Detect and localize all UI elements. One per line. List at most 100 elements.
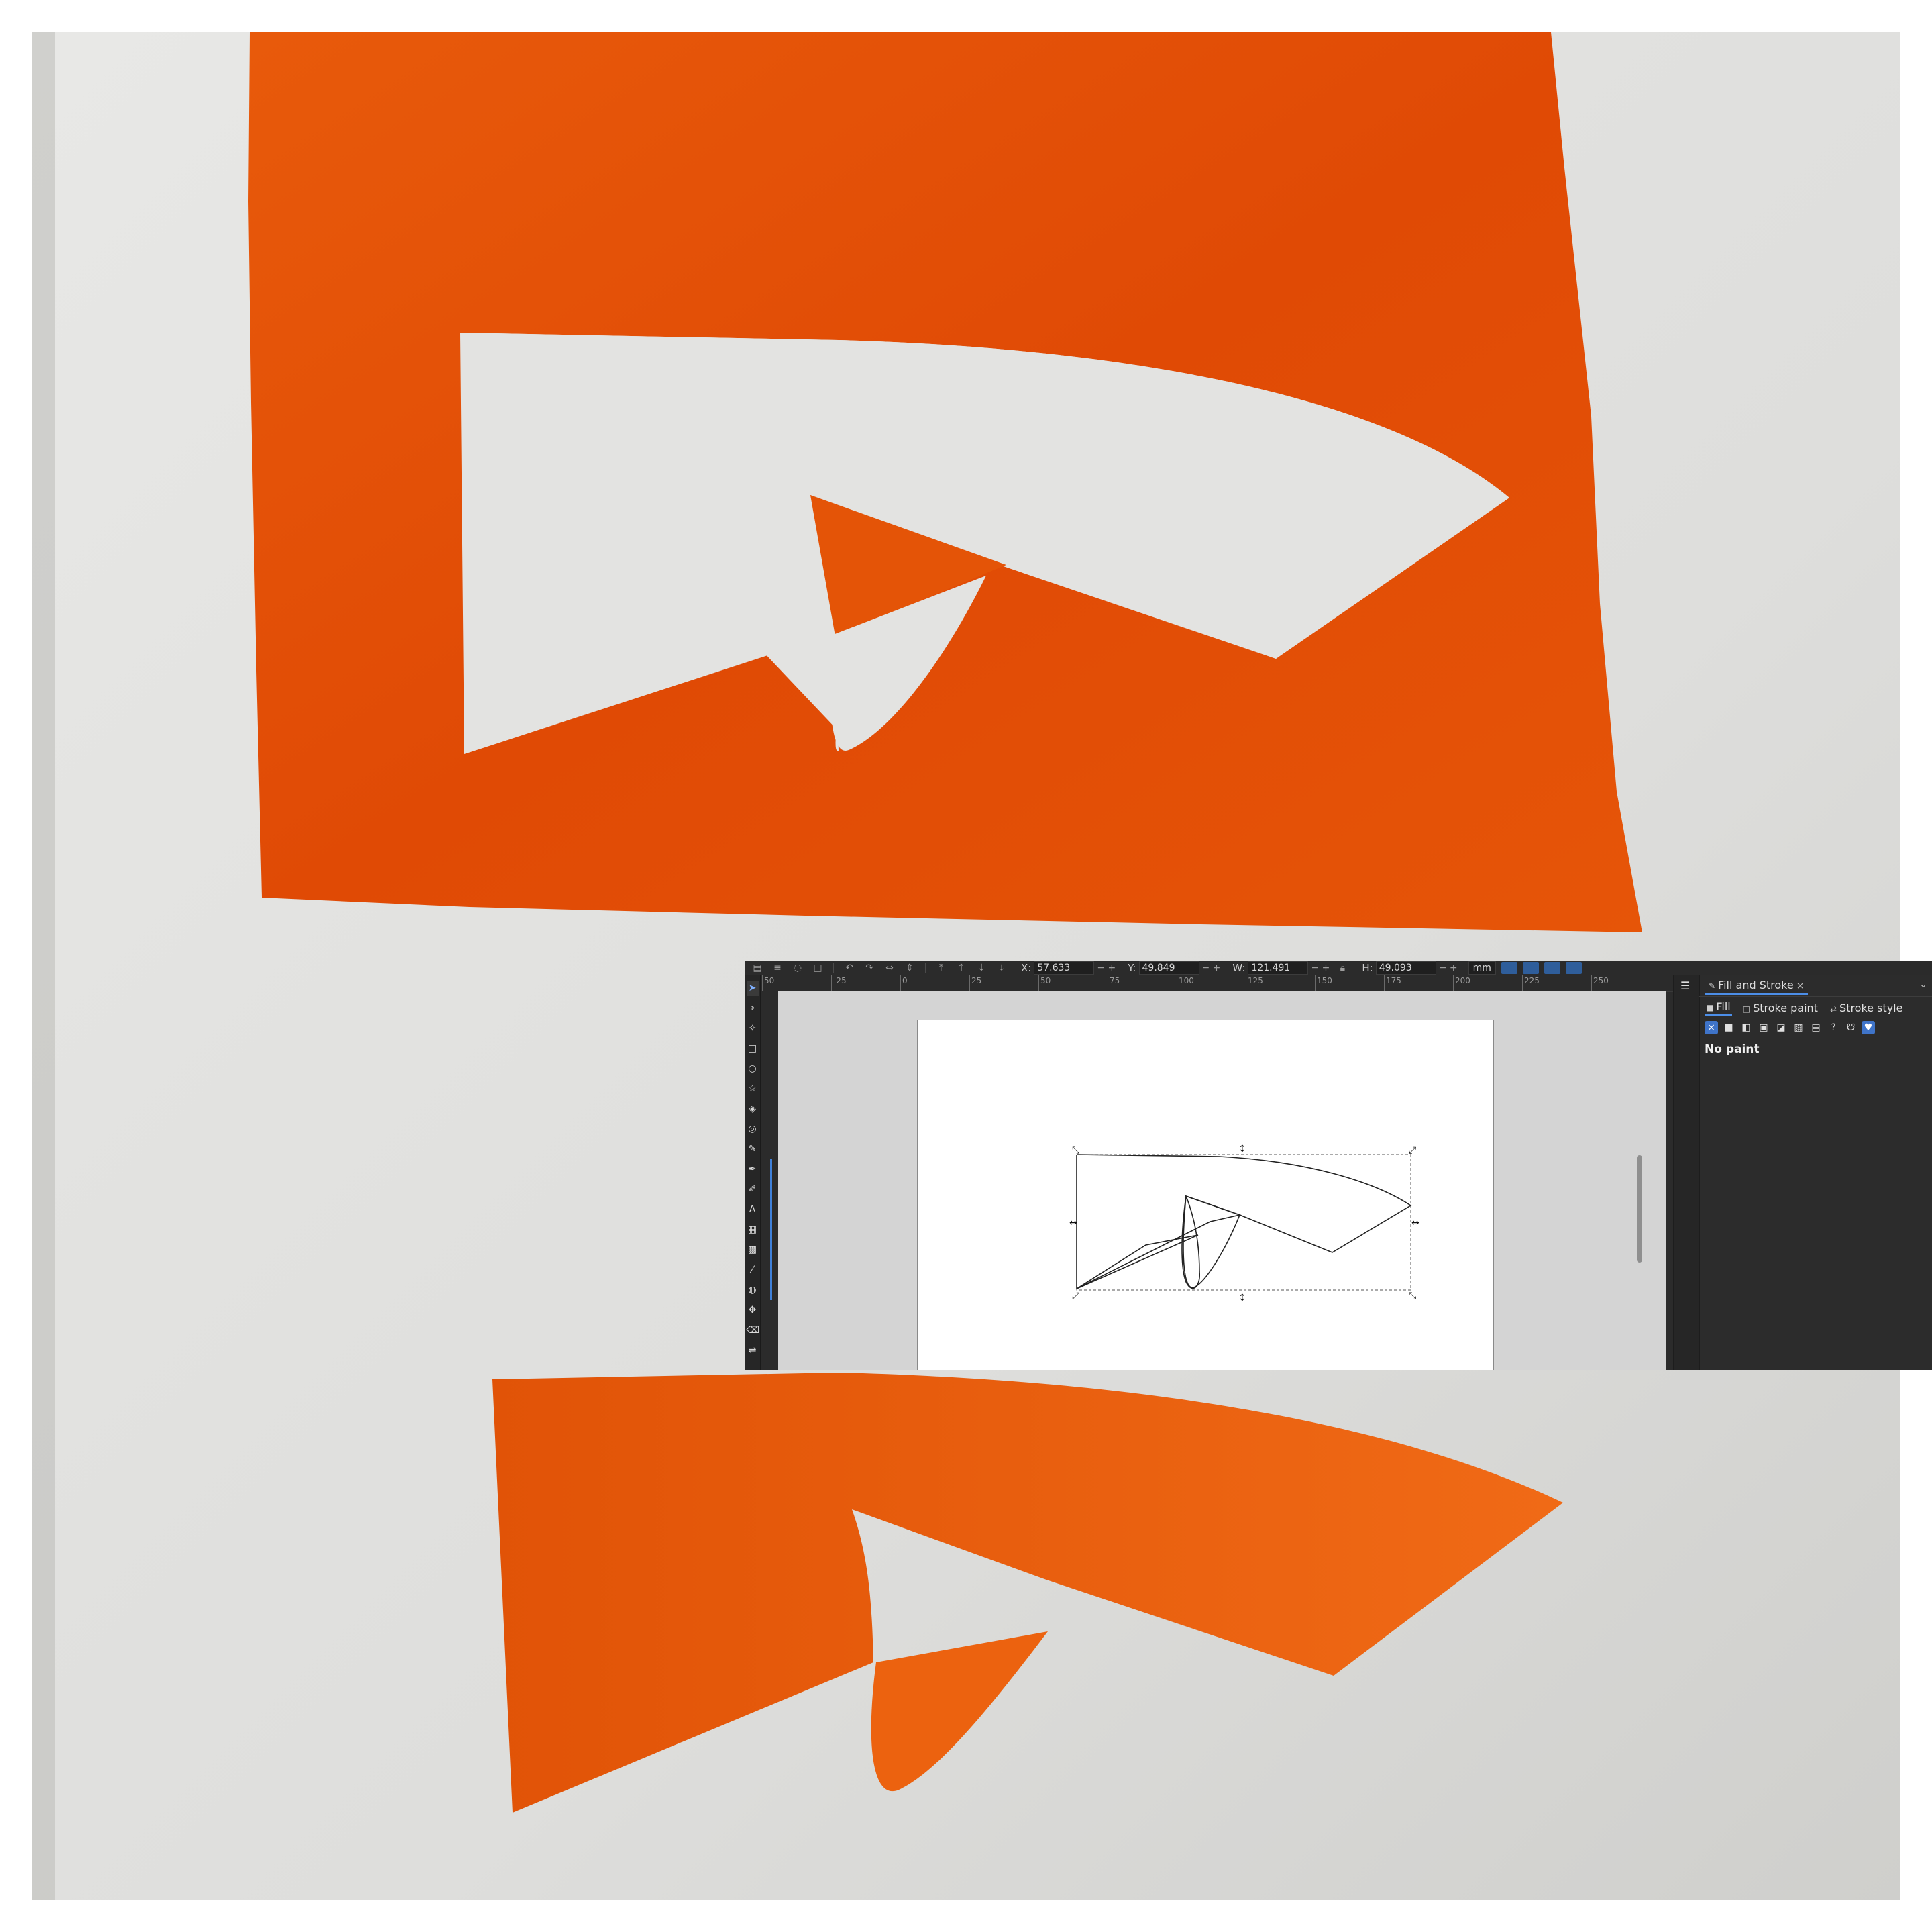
chevron-down-icon[interactable]: ⌄ [1919, 979, 1927, 990]
lower-icon[interactable]: ↓ [974, 963, 989, 973]
x-field: X: 57.633 − + [1021, 961, 1116, 975]
radial-gradient-icon[interactable]: ▣ [1757, 1021, 1770, 1034]
select-in-all-layers-icon[interactable]: ≡ [770, 963, 785, 973]
vertical-ruler [761, 991, 779, 1370]
tool-controls-bar: ▤ ≡ ◌ □ ↶ ↷ ⇔ ⇕ ⤒ ↑ ↓ ⤓ X: 57.633 − + Y:… [745, 961, 1932, 975]
selection-bbox [1076, 1154, 1411, 1291]
handle-sw-icon[interactable]: ⤢ [1072, 1291, 1079, 1301]
deselect-icon[interactable]: ◌ [790, 963, 805, 973]
w-stepper-icon[interactable]: − + [1311, 963, 1330, 973]
fill-stroke-icon: ✎ [1709, 981, 1716, 991]
handle-n-icon[interactable]: ↕ [1238, 1144, 1246, 1155]
ruler-label: -25 [833, 976, 847, 985]
mesh-gradient-icon[interactable]: ◪ [1774, 1021, 1788, 1034]
ruler-label: 200 [1455, 976, 1470, 985]
drawing-canvas[interactable]: ⤡ ↕ ⤢ ↔ ↔ ⤢ ↕ ⤡ [778, 991, 1666, 1370]
handle-ne-icon[interactable]: ⤢ [1409, 1145, 1416, 1156]
ruler-selection-indicator [770, 1159, 772, 1300]
selector-tool-icon[interactable]: ➤ [746, 981, 759, 996]
dock-sidebar: ☰ [1674, 975, 1700, 1370]
gradient-tool-icon[interactable]: ▦ [747, 1222, 759, 1237]
linear-gradient-icon[interactable]: ◧ [1739, 1021, 1753, 1034]
pencil-tool-icon[interactable]: ✎ [747, 1142, 759, 1157]
x-input[interactable]: 57.633 [1034, 961, 1095, 975]
handle-nw-icon[interactable]: ⤡ [1072, 1145, 1079, 1156]
y-stepper-icon[interactable]: − + [1202, 963, 1221, 973]
move-patterns-toggle-icon[interactable] [1565, 961, 1582, 974]
mesh-tool-icon[interactable]: ▩ [747, 1242, 759, 1257]
ruler-label: 75 [1110, 976, 1120, 985]
text-tool-icon[interactable]: A [747, 1202, 759, 1217]
scale-corners-toggle-icon[interactable] [1522, 961, 1539, 974]
ruler-tick [1315, 975, 1316, 991]
fill-rule-evenodd-icon[interactable]: ☋ [1844, 1021, 1858, 1034]
spray-tool-icon[interactable]: ✥ [747, 1303, 759, 1318]
selected-path-drawing: ⤡ ↕ ⤢ ↔ ↔ ⤢ ↕ ⤡ [1069, 1144, 1419, 1303]
scale-stroke-toggle-icon[interactable] [1501, 961, 1517, 974]
ruler-tick [1522, 975, 1523, 991]
stroke-paint-icon: □ [1742, 1004, 1751, 1014]
fill-rule-nonzero-icon[interactable]: ♥ [1862, 1021, 1875, 1034]
ruler-label: 175 [1386, 976, 1401, 985]
handle-e-icon[interactable]: ↔ [1411, 1218, 1419, 1228]
h-input[interactable]: 49.093 [1375, 961, 1436, 975]
y-input[interactable]: 49.849 [1138, 961, 1199, 975]
handle-se-icon[interactable]: ⤡ [1409, 1291, 1416, 1301]
lower-to-bottom-icon[interactable]: ⤓ [994, 963, 1009, 973]
ruler-tick [1384, 975, 1385, 991]
w-label: W: [1232, 961, 1246, 974]
ruler-tick [900, 975, 901, 991]
w-input[interactable]: 121.491 [1248, 961, 1309, 975]
eraser-tool-icon[interactable]: ⌫ [747, 1323, 760, 1338]
raise-icon[interactable]: ↑ [954, 963, 969, 973]
connector-tool-icon[interactable]: ⇌ [747, 1343, 759, 1358]
close-icon[interactable]: × [1796, 981, 1805, 991]
fill-and-stroke-panel: ☰ ✎ Fill and Stroke × ⌄ ■ Fill □ Stroke pain… [1673, 975, 1932, 1370]
flat-color-icon[interactable]: ■ [1722, 1021, 1735, 1034]
canvas-scrollbar[interactable] [1637, 1155, 1642, 1263]
h-stepper-icon[interactable]: − + [1439, 963, 1458, 973]
pattern-icon[interactable]: ▨ [1792, 1021, 1805, 1034]
tab-fill-and-stroke[interactable]: ✎ Fill and Stroke × [1705, 977, 1809, 995]
select-all-icon[interactable]: ▤ [750, 963, 765, 973]
no-paint-icon[interactable]: × [1705, 1021, 1718, 1034]
unit-select[interactable]: mm [1468, 961, 1496, 975]
h-label: H: [1362, 961, 1373, 974]
flip-vertical-icon[interactable]: ⇕ [902, 963, 917, 973]
pen-tool-icon[interactable]: ✒ [747, 1162, 759, 1177]
unset-paint-icon[interactable]: ? [1827, 1021, 1840, 1034]
rect-tool-icon[interactable]: □ [747, 1041, 759, 1056]
ellipse-tool-icon[interactable]: ○ [747, 1061, 759, 1076]
rotate-ccw-icon[interactable]: ↶ [842, 963, 857, 973]
subtab-stroke-paint[interactable]: □ Stroke paint [1741, 1000, 1819, 1016]
ruler-tick [1038, 975, 1039, 991]
ruler-label: 225 [1524, 976, 1540, 985]
subtab-stroke-style[interactable]: ⇄ Stroke style [1829, 1000, 1904, 1016]
tweak-tool-icon[interactable]: ✧ [747, 1021, 759, 1036]
swatch-icon[interactable]: ▤ [1809, 1021, 1823, 1034]
lock-ratio-icon[interactable]: 🔒︎ [1335, 963, 1350, 973]
node-tool-icon[interactable]: ⌖ [747, 1001, 759, 1016]
paint-status-label: No paint [1705, 1042, 1760, 1056]
rotate-cw-icon[interactable]: ↷ [862, 963, 877, 973]
move-gradients-toggle-icon[interactable] [1544, 961, 1560, 974]
star-tool-icon[interactable]: ☆ [747, 1081, 759, 1096]
dock-menu-icon[interactable]: ☰ [1680, 979, 1690, 992]
3dbox-tool-icon[interactable]: ◈ [747, 1102, 759, 1116]
handle-w-icon[interactable]: ↔ [1069, 1218, 1077, 1228]
subtab-fill[interactable]: ■ Fill [1705, 999, 1732, 1016]
calligraphy-tool-icon[interactable]: ✐ [747, 1182, 759, 1197]
handle-s-icon[interactable]: ↕ [1238, 1293, 1246, 1303]
toolbar-separator [833, 962, 834, 973]
touch-select-icon[interactable]: □ [810, 963, 825, 973]
flip-horizontal-icon[interactable]: ⇔ [882, 963, 897, 973]
paint-bucket-icon[interactable]: ◍ [747, 1283, 759, 1297]
ruler-tick [1591, 975, 1592, 991]
dropper-tool-icon[interactable]: ⁄ [747, 1263, 759, 1277]
scale-handles[interactable]: ⤡ ↕ ⤢ ↔ ↔ ⤢ ↕ ⤡ [1069, 1144, 1419, 1303]
outline-path[interactable] [1076, 1154, 1412, 1289]
spiral-tool-icon[interactable]: ◎ [747, 1122, 759, 1136]
x-stepper-icon[interactable]: − + [1097, 963, 1116, 973]
raise-to-top-icon[interactable]: ⤒ [934, 963, 949, 973]
subtab-stroke-style-label: Stroke style [1839, 1001, 1903, 1014]
